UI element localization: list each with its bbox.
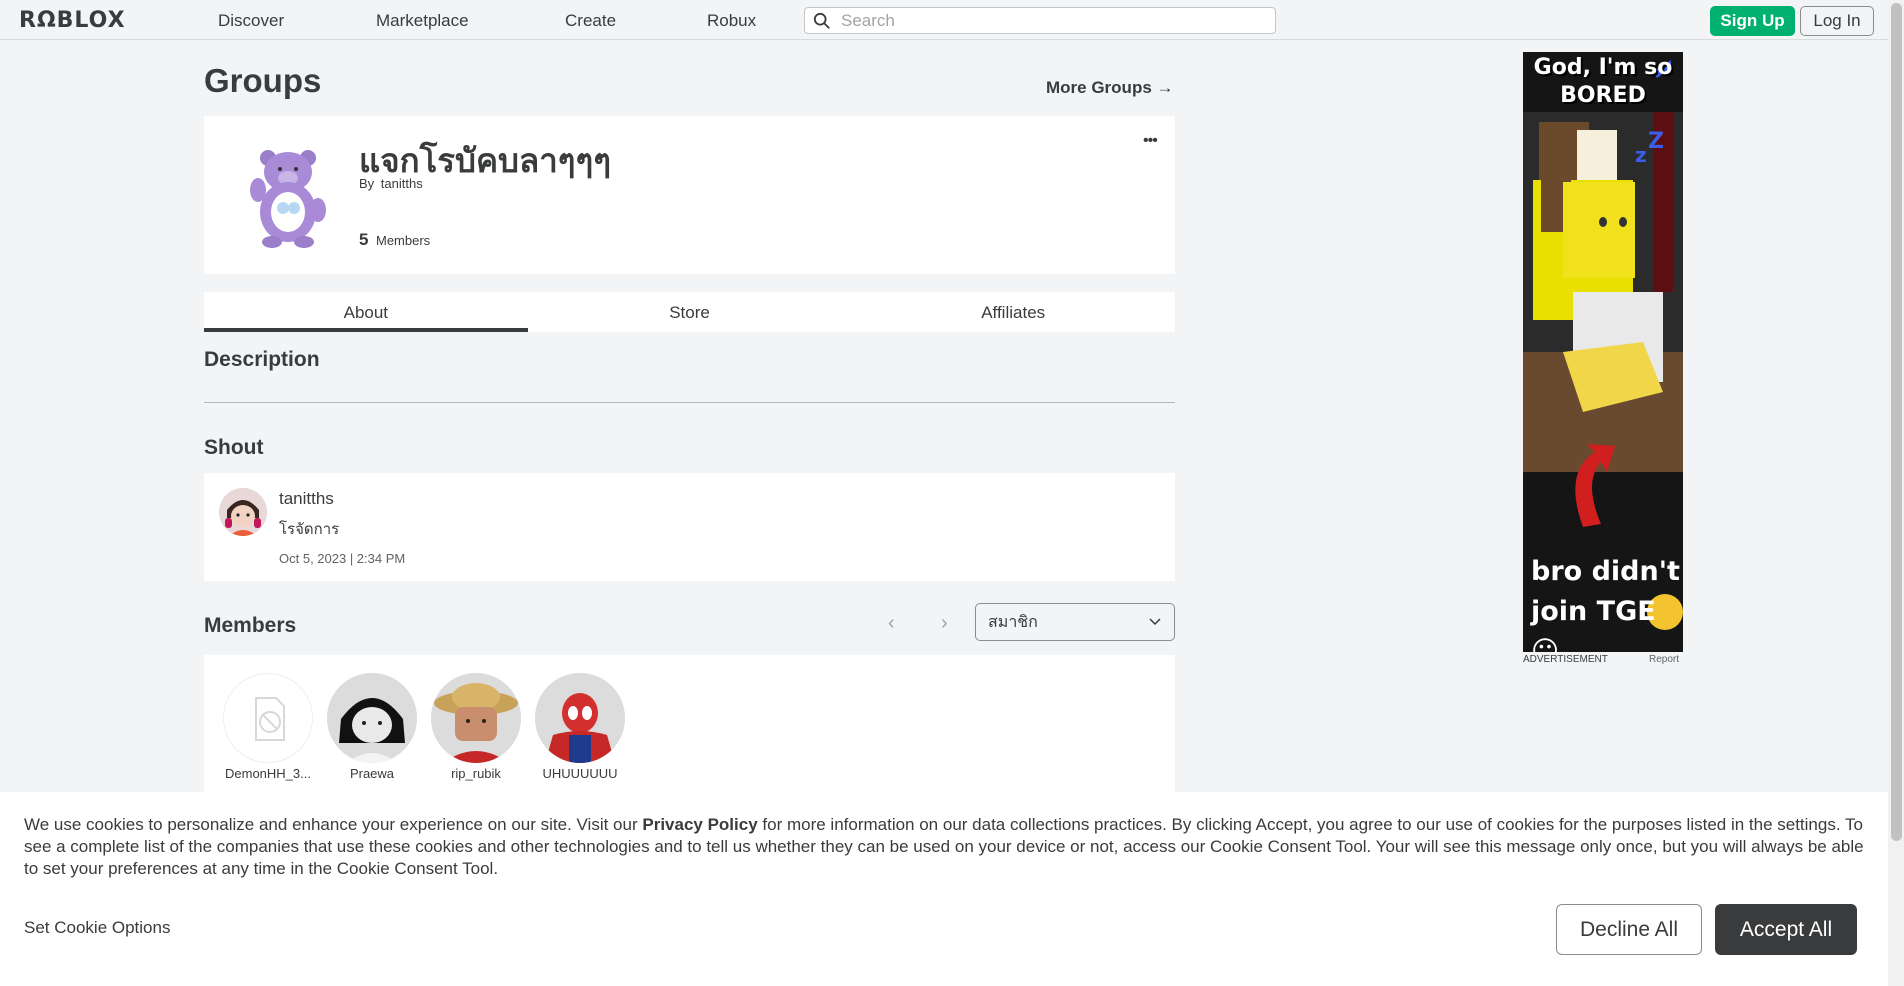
log-in-button[interactable]: Log In xyxy=(1800,6,1874,36)
member-tile[interactable]: DemonHH_3... xyxy=(222,673,314,781)
member-tile[interactable]: Praewa xyxy=(326,673,418,781)
group-member-count: 5 xyxy=(359,230,369,249)
role-dropdown-value: สมาชิก xyxy=(988,613,1038,631)
more-options-icon[interactable]: ••• xyxy=(1143,132,1158,150)
privacy-policy-link[interactable]: Privacy Policy xyxy=(642,815,757,834)
ad-caption: bro didn't join TGE 😐 xyxy=(1531,552,1681,652)
group-owner-line: By tanitths xyxy=(359,176,423,191)
advertisement-banner[interactable]: z Z God, I'm so BORED bro didn't join TG… xyxy=(1523,52,1683,652)
group-tabs: About Store Affiliates xyxy=(204,292,1175,332)
member-tile[interactable]: rip_rubik xyxy=(430,673,522,781)
member-tile[interactable]: UHUUUUUU xyxy=(534,673,626,781)
description-heading: Description xyxy=(204,348,320,371)
tab-affiliates[interactable]: Affiliates xyxy=(851,292,1175,332)
tab-about[interactable]: About xyxy=(204,292,528,332)
section-divider xyxy=(204,402,1175,403)
tab-store[interactable]: Store xyxy=(528,292,852,332)
member-avatar[interactable] xyxy=(327,673,417,763)
members-card: DemonHH_3... Praewa rip_rubik UHUUUUUU xyxy=(204,655,1175,795)
cookie-text-before: We use cookies to personalize and enhanc… xyxy=(24,815,643,834)
ad-headline-line1: God, I'm so xyxy=(1533,55,1673,80)
set-cookie-options-link[interactable]: Set Cookie Options xyxy=(24,918,170,938)
shout-message: โรจัดการ xyxy=(279,521,340,538)
role-dropdown[interactable]: สมาชิก xyxy=(975,603,1175,641)
ad-headline-line2: BORED xyxy=(1560,83,1646,108)
nav-link-create[interactable]: Create xyxy=(565,11,616,31)
group-owner-prefix: By xyxy=(359,176,375,191)
chevron-left-icon[interactable]: ‹ xyxy=(888,612,895,635)
group-emblem-image xyxy=(250,150,326,248)
cookie-consent-banner: We use cookies to personalize and enhanc… xyxy=(0,792,1888,986)
ad-caption-line2: join TGE 😐 xyxy=(1531,596,1656,652)
members-heading: Members xyxy=(204,614,297,637)
top-navigation-bar: RΩBLOX Discover Marketplace Create Robux… xyxy=(0,0,1888,40)
group-owner-link[interactable]: tanitths xyxy=(381,176,423,191)
svg-text:Z: Z xyxy=(1648,129,1664,154)
member-avatar[interactable] xyxy=(535,673,625,763)
member-name[interactable]: Praewa xyxy=(326,766,418,781)
nav-link-marketplace[interactable]: Marketplace xyxy=(376,11,469,31)
ad-report-link[interactable]: Report xyxy=(1649,654,1679,665)
group-member-label: Members xyxy=(376,233,431,248)
chevron-right-icon[interactable]: › xyxy=(941,612,948,635)
decline-all-button[interactable]: Decline All xyxy=(1556,904,1702,955)
chevron-down-icon xyxy=(1149,618,1161,626)
cookie-message: We use cookies to personalize and enhanc… xyxy=(24,814,1864,880)
nav-link-robux[interactable]: Robux xyxy=(707,11,756,31)
shout-heading: Shout xyxy=(204,436,264,459)
member-avatar[interactable] xyxy=(431,673,521,763)
search-input[interactable] xyxy=(841,10,1261,31)
page-title: Groups xyxy=(204,62,322,99)
ad-headline: God, I'm so BORED xyxy=(1523,54,1683,110)
shout-username[interactable]: tanitths xyxy=(279,489,334,509)
more-groups-link[interactable]: More Groups → xyxy=(1046,78,1174,98)
shout-user-avatar[interactable] xyxy=(219,488,267,536)
sign-up-button[interactable]: Sign Up xyxy=(1710,6,1795,36)
member-avatar[interactable] xyxy=(223,673,313,763)
search-box[interactable] xyxy=(804,7,1276,34)
roblox-logo[interactable]: RΩBLOX xyxy=(19,8,126,33)
shout-card: tanitths โรจัดการ Oct 5, 2023 | 2:34 PM xyxy=(204,473,1175,581)
accept-all-button[interactable]: Accept All xyxy=(1715,904,1857,955)
nav-link-discover[interactable]: Discover xyxy=(218,11,284,31)
member-name[interactable]: DemonHH_3... xyxy=(222,766,314,781)
member-name[interactable]: UHUUUUUU xyxy=(534,766,626,781)
search-icon xyxy=(813,12,830,29)
svg-text:z: z xyxy=(1635,143,1647,167)
ad-caption-line1: bro didn't xyxy=(1531,556,1680,587)
group-header-card: แจกโรบัคบลาๆๆๆ By tanitths 5 Members ••• xyxy=(204,116,1175,274)
unavailable-image-icon xyxy=(255,697,285,741)
shout-timestamp: Oct 5, 2023 | 2:34 PM xyxy=(279,551,406,566)
member-name[interactable]: rip_rubik xyxy=(430,766,522,781)
scrollbar-thumb[interactable] xyxy=(1891,3,1902,841)
advertisement-label: ADVERTISEMENT xyxy=(1523,654,1608,665)
